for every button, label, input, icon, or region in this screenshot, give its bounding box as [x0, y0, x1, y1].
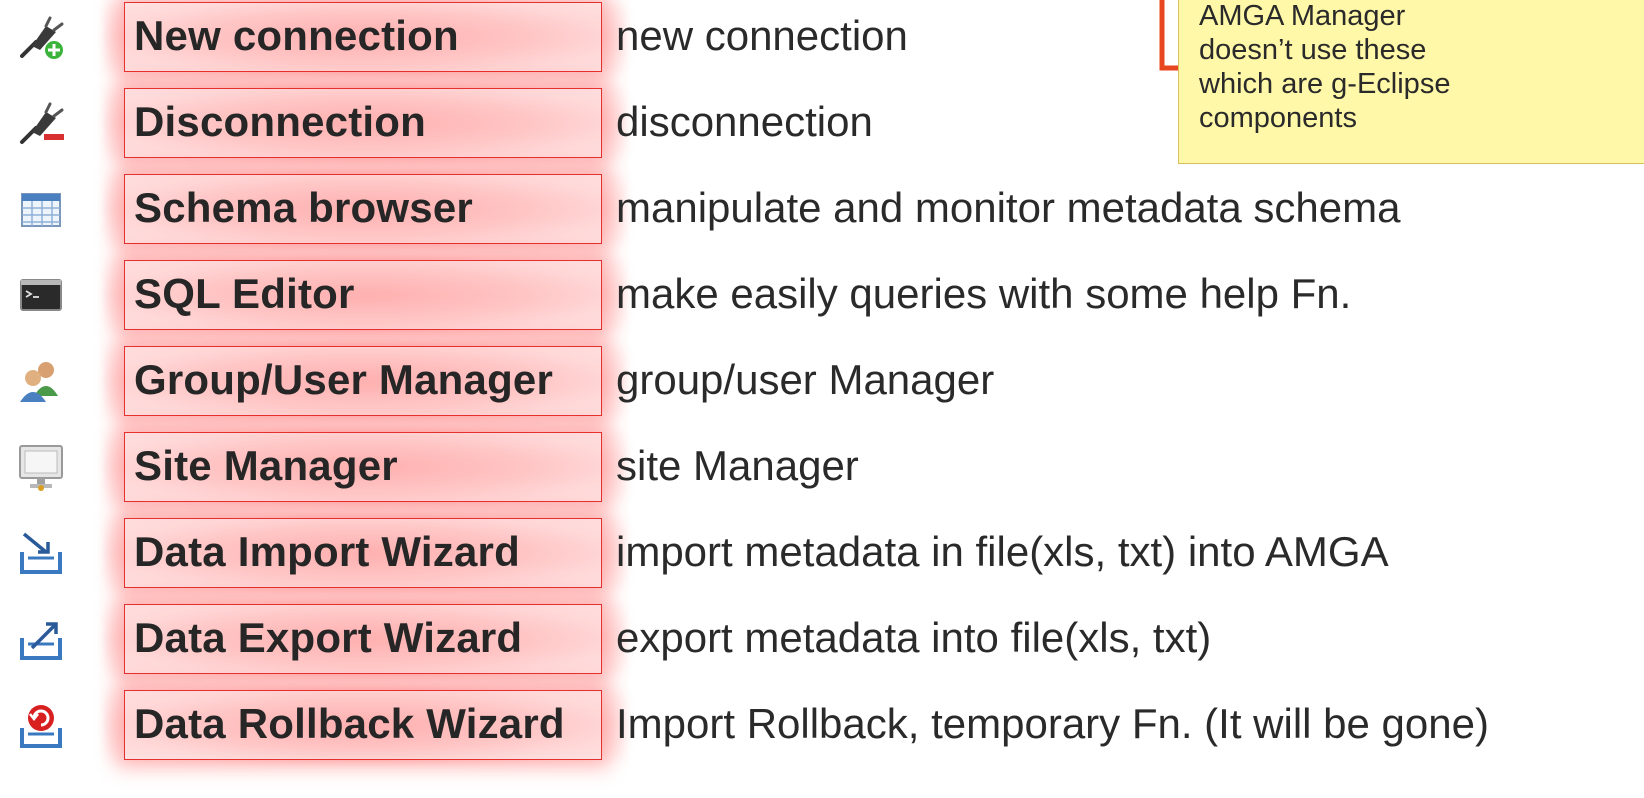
- item-label: New connection: [134, 12, 459, 59]
- table-icon[interactable]: [16, 184, 66, 234]
- note-line: which are g-Eclipse: [1199, 68, 1451, 100]
- item-row-group-user-manager[interactable]: Group/User Manager group/user Manager: [0, 338, 1644, 424]
- item-row-data-export-wizard[interactable]: Data Export Wizard export metadata into …: [0, 596, 1644, 682]
- item-row-site-manager[interactable]: Site Manager site Manager: [0, 424, 1644, 510]
- item-description: export metadata into file(xls, txt): [616, 614, 1212, 661]
- item-description: manipulate and monitor metadata schema: [616, 184, 1401, 231]
- note-line: doesn’t use these: [1199, 34, 1427, 66]
- item-label: Data Export Wizard: [134, 614, 523, 661]
- item-label: Data Rollback Wizard: [134, 700, 565, 747]
- item-description: import metadata in file(xls, txt) into A…: [616, 528, 1389, 575]
- terminal-icon[interactable]: [16, 270, 66, 320]
- item-description: group/user Manager: [616, 356, 995, 403]
- item-row-schema-browser[interactable]: Schema browser manipulate and monitor me…: [0, 166, 1644, 252]
- item-row-data-import-wizard[interactable]: Data Import Wizard import metadata in fi…: [0, 510, 1644, 596]
- rollback-icon[interactable]: [16, 700, 66, 750]
- item-label: Group/User Manager: [134, 356, 554, 403]
- item-description: Import Rollback, temporary Fn. (It will …: [616, 700, 1489, 747]
- plug-add-icon[interactable]: [16, 12, 66, 62]
- note-line: AMGA Manager: [1199, 0, 1406, 32]
- item-description: site Manager: [616, 442, 859, 489]
- item-description: new connection: [616, 12, 908, 59]
- note-line: components: [1199, 102, 1357, 134]
- users-icon[interactable]: [16, 356, 66, 406]
- item-description: disconnection: [616, 98, 873, 145]
- item-label: Data Import Wizard: [134, 528, 520, 575]
- item-description: make easily queries with some help Fn.: [616, 270, 1352, 317]
- item-label: SQL Editor: [134, 270, 355, 317]
- item-row-sql-editor[interactable]: SQL Editor make easily queries with some…: [0, 252, 1644, 338]
- computer-icon[interactable]: [16, 442, 66, 492]
- item-label: Site Manager: [134, 442, 398, 489]
- callout-note: AMGA Manager doesn’t use these which are…: [1178, 0, 1644, 164]
- item-label: Disconnection: [134, 98, 426, 145]
- import-icon[interactable]: [16, 528, 66, 578]
- export-icon[interactable]: [16, 614, 66, 664]
- item-row-data-rollback-wizard[interactable]: Data Rollback Wizard Import Rollback, te…: [0, 682, 1644, 768]
- item-label: Schema browser: [134, 184, 473, 231]
- plug-remove-icon[interactable]: [16, 98, 66, 148]
